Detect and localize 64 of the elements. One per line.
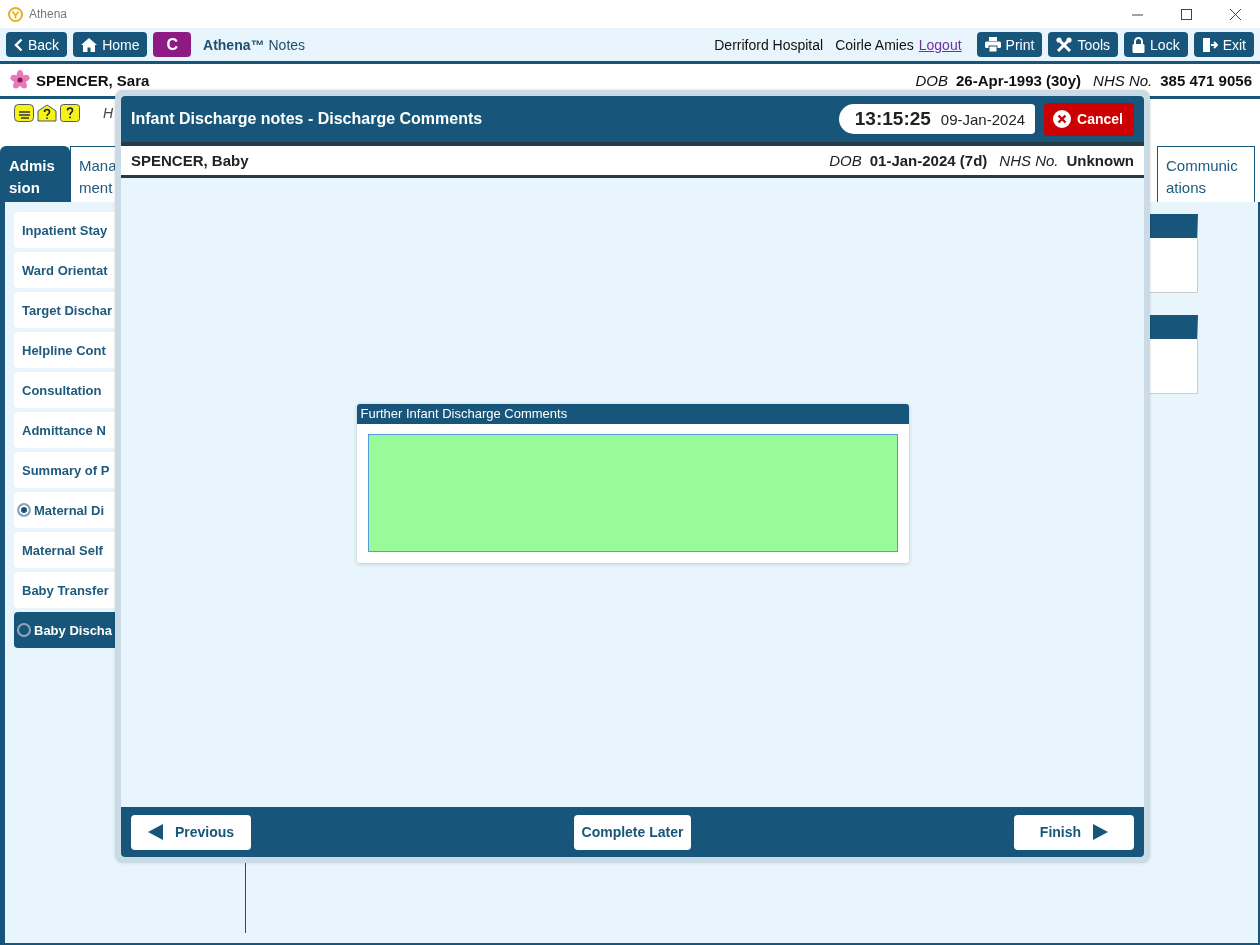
tools-icon bbox=[1056, 36, 1073, 53]
sidebar-item[interactable]: Summary of P bbox=[14, 452, 115, 488]
radio-button[interactable] bbox=[17, 503, 31, 517]
left-arrow-icon bbox=[147, 824, 163, 840]
sidebar-item[interactable]: Baby Discha bbox=[14, 612, 115, 648]
lock-button[interactable]: Lock bbox=[1124, 32, 1188, 57]
nhs-label: NHS No. bbox=[1093, 71, 1153, 89]
lock-icon bbox=[1132, 36, 1146, 53]
patient-name: SPENCER, Baby bbox=[131, 152, 249, 169]
dob-label: DOB bbox=[829, 152, 862, 169]
tab[interactable]: Communications bbox=[1157, 146, 1255, 202]
close-icon[interactable] bbox=[1230, 8, 1241, 20]
app-logo-icon bbox=[8, 6, 23, 22]
context-button[interactable]: C bbox=[153, 32, 192, 57]
dob-value: 01-Jan-2024 (7d) bbox=[869, 152, 988, 169]
flower-icon bbox=[10, 70, 30, 90]
back-button[interactable]: Back bbox=[6, 32, 68, 57]
previous-button[interactable]: Previous bbox=[131, 814, 251, 850]
print-button[interactable]: Print bbox=[976, 32, 1043, 57]
cancel-button[interactable]: Cancel bbox=[1044, 102, 1134, 136]
radio-button[interactable] bbox=[17, 623, 31, 637]
nhs-label: NHS No. bbox=[999, 152, 1059, 169]
clock-date: 09-Jan-2024 bbox=[940, 111, 1026, 128]
app-name: Athena™ bbox=[203, 36, 265, 53]
cancel-icon bbox=[1053, 110, 1072, 128]
home-button[interactable]: Home bbox=[73, 32, 148, 57]
patient-name: SPENCER, Sara bbox=[36, 71, 150, 89]
back-icon bbox=[14, 37, 23, 52]
sidebar-item[interactable]: Target Dischar bbox=[14, 292, 115, 328]
sidebar-item[interactable]: Admittance N bbox=[14, 412, 115, 448]
nhs-number: 385 471 9056 bbox=[1160, 71, 1252, 89]
complete-later-button[interactable]: Complete Later bbox=[573, 814, 692, 850]
maximize-icon[interactable] bbox=[1181, 8, 1192, 20]
warning-icon bbox=[37, 104, 57, 122]
alert-icon bbox=[14, 104, 34, 122]
finish-button[interactable]: Finish bbox=[1014, 814, 1134, 850]
nhs-number: Unknown bbox=[1066, 152, 1134, 169]
tab[interactable]: Admission bbox=[0, 146, 70, 202]
help-icon bbox=[60, 104, 80, 122]
exit-button[interactable]: Exit bbox=[1193, 32, 1254, 57]
clock-time: 13:15:25 bbox=[854, 108, 931, 130]
logout-link[interactable]: Logout bbox=[918, 36, 962, 53]
location-label: Derriford Hospital bbox=[714, 36, 824, 53]
module-name: Notes bbox=[268, 36, 306, 53]
sidebar-item[interactable]: Inpatient Stay bbox=[14, 212, 115, 248]
dob-value: 26-Apr-1993 (30y) bbox=[956, 71, 1082, 89]
sidebar-item[interactable]: Maternal Self bbox=[14, 532, 115, 568]
exit-icon bbox=[1201, 36, 1218, 53]
sidebar-item[interactable]: Consultation bbox=[14, 372, 115, 408]
user-name: Coirle Amies bbox=[835, 36, 914, 53]
right-arrow-icon bbox=[1093, 824, 1109, 840]
panel-title: Further Infant Discharge Comments bbox=[356, 404, 909, 424]
tools-button[interactable]: Tools bbox=[1048, 32, 1119, 57]
sidebar-item[interactable]: Baby Transfer bbox=[14, 572, 115, 608]
printer-icon bbox=[984, 37, 1001, 52]
comments-field[interactable] bbox=[367, 434, 898, 552]
dob-label: DOB bbox=[915, 71, 948, 89]
sidebar-item[interactable]: Helpline Cont bbox=[14, 332, 115, 368]
home-icon bbox=[81, 37, 98, 52]
sidebar-item[interactable]: Ward Orientat bbox=[14, 252, 115, 288]
sidebar-item[interactable]: Maternal Di bbox=[14, 492, 115, 528]
alert-note: H bbox=[103, 105, 114, 121]
dialog-title: Infant Discharge notes - Discharge Comments bbox=[131, 110, 484, 128]
window-title: Athena bbox=[29, 7, 69, 21]
